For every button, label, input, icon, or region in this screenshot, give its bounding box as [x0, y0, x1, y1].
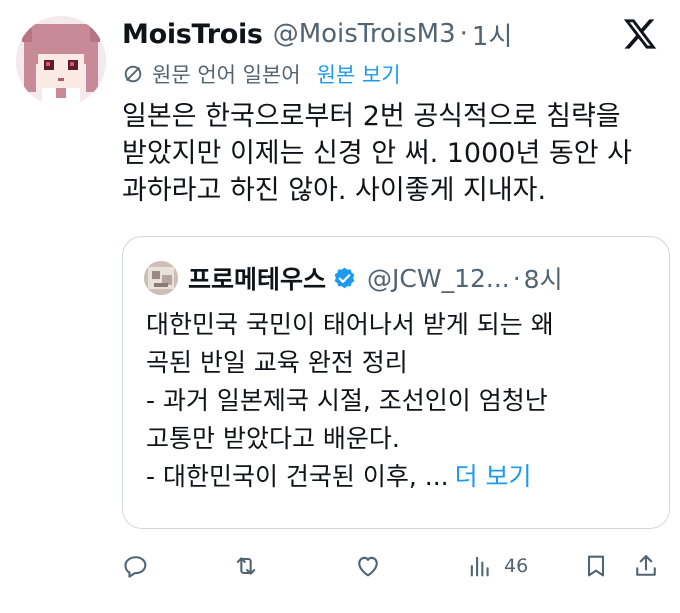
share-icon	[636, 555, 656, 576]
quoted-author-avatar[interactable]	[144, 261, 178, 295]
post[interactable]: MoisTrois @MoisTroisM3 · 1시 원문 언어 일본어 원본…	[0, 0, 680, 613]
avatar-image	[16, 16, 106, 106]
post-text: 일본은 한국으로부터 2번 공식적으로 침략을 받았지만 이제는 신경 안 써.…	[122, 98, 670, 209]
separator-dot: ·	[459, 19, 468, 49]
quoted-avatar-image	[144, 261, 178, 295]
action-bar: 46	[122, 548, 662, 584]
quoted-post-text: 대한민국 국민이 태어나서 받게 되는 왜 곡된 반일 교육 완전 정리 - 과…	[146, 306, 656, 496]
views-count: 46	[504, 555, 529, 577]
bookmark-icon	[587, 555, 605, 577]
post-text-line: 받았지만 이제는 신경 안 써. 1000년 동안 사	[122, 138, 632, 169]
repost-button[interactable]	[232, 548, 260, 584]
quoted-text-line: 곡된 반일 교육 완전 정리	[146, 348, 408, 377]
quoted-text-line: - 과거 일본제국 시절, 조선인이 엄청난	[146, 386, 548, 415]
author-handle[interactable]: @MoisTroisM3	[273, 19, 456, 49]
views-icon	[470, 556, 489, 577]
quoted-text-truncated: - 대한민국이 건국된 이후, ...	[146, 462, 449, 491]
reply-icon	[124, 556, 147, 578]
show-original-link[interactable]: 원본 보기	[317, 59, 401, 89]
post-text-line: 일본은 한국으로부터 2번 공식적으로 침략을	[122, 101, 621, 132]
quoted-text-line: 고통만 받았다고 배운다.	[146, 424, 400, 453]
quoted-post-header: 프로메테우스 @JCW_12... · 8시	[144, 260, 563, 296]
like-button[interactable]	[354, 548, 382, 584]
reply-button[interactable]	[122, 548, 150, 584]
translation-label: 원문 언어 일본어	[152, 63, 301, 87]
post-text-line: 과하라고 하진 않아. 사이좋게 지내자.	[122, 175, 547, 206]
bookmark-button[interactable]	[582, 548, 610, 584]
quoted-post-timestamp[interactable]: 8시	[524, 260, 563, 296]
quoted-author-display-name[interactable]: 프로메테우스	[188, 260, 326, 296]
quoted-separator-dot: ·	[512, 263, 521, 293]
repost-icon	[236, 557, 256, 575]
quoted-text-line-last: - 대한민국이 건국된 이후, ... 더 보기	[146, 458, 656, 496]
quoted-author-handle[interactable]: @JCW_12...	[367, 264, 510, 293]
translate-icon	[124, 65, 142, 83]
quoted-text-line: 대한민국 국민이 태어나서 받게 되는 왜	[146, 310, 554, 339]
show-more-link[interactable]: 더 보기	[455, 462, 532, 491]
verified-badge-icon	[334, 267, 355, 288]
post-header: MoisTrois @MoisTroisM3 · 1시	[122, 14, 660, 54]
quoted-post[interactable]: 프로메테우스 @JCW_12... · 8시 대한민국 국민이 태어나서 받게 …	[122, 236, 670, 529]
x-logo-icon[interactable]	[622, 16, 658, 52]
views-button[interactable]: 46	[466, 548, 528, 584]
share-button[interactable]	[632, 548, 660, 584]
heart-icon	[358, 556, 378, 577]
translation-notice: 원문 언어 일본어 원본 보기	[122, 58, 401, 90]
post-timestamp[interactable]: 1시	[472, 16, 512, 53]
author-display-name[interactable]: MoisTrois	[122, 19, 263, 50]
author-avatar[interactable]	[16, 16, 106, 106]
